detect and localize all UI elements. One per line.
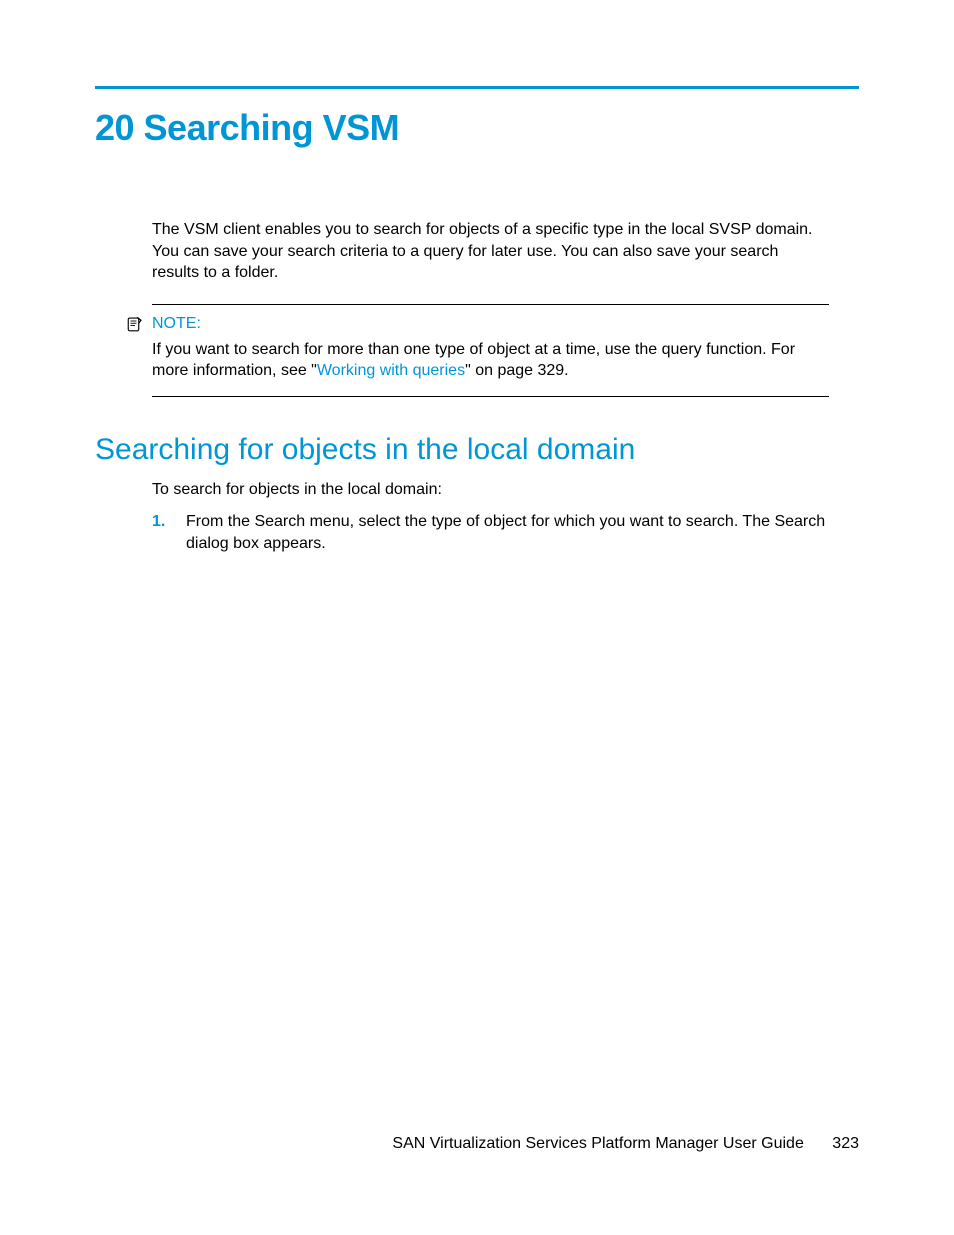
working-with-queries-link[interactable]: Working with queries: [317, 362, 465, 379]
intro-paragraph: The VSM client enables you to search for…: [152, 219, 829, 284]
list-number: 1.: [152, 511, 186, 554]
note-label: NOTE:: [152, 315, 201, 333]
note-top-rule: [152, 304, 829, 305]
note-body: If you want to search for more than one …: [152, 339, 829, 382]
note-header: NOTE:: [152, 315, 829, 333]
note-icon: [126, 315, 144, 333]
top-rule: [95, 86, 859, 89]
note-body-suffix: " on page 329.: [465, 362, 569, 379]
note-bottom-rule: [152, 396, 829, 397]
section-heading: Searching for objects in the local domai…: [95, 433, 859, 467]
section-intro: To search for objects in the local domai…: [152, 481, 859, 499]
chapter-title: 20 Searching VSM: [95, 107, 859, 149]
footer-doc-title: SAN Virtualization Services Platform Man…: [392, 1135, 803, 1152]
footer-page-number: 323: [832, 1135, 859, 1152]
list-text: From the Search menu, select the type of…: [186, 511, 829, 554]
ordered-list: 1. From the Search menu, select the type…: [152, 511, 829, 554]
page-footer: SAN Virtualization Services Platform Man…: [392, 1135, 859, 1153]
list-item: 1. From the Search menu, select the type…: [152, 511, 829, 554]
note-block: NOTE: If you want to search for more tha…: [152, 304, 829, 397]
